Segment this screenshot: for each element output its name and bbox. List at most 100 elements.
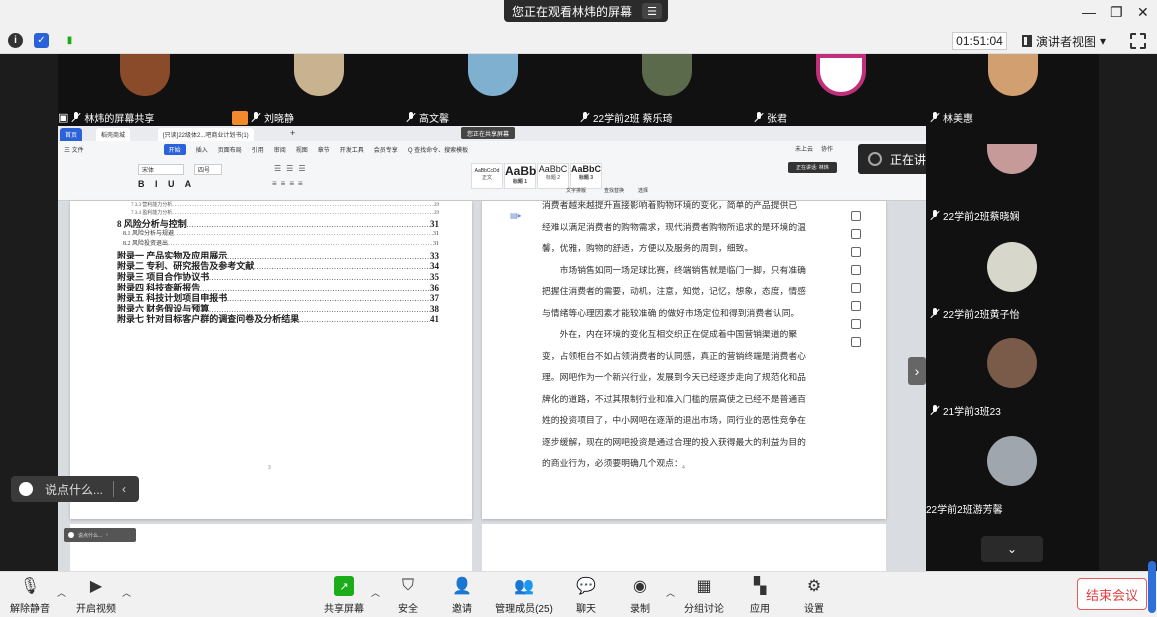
avatar[interactable] xyxy=(987,242,1037,292)
tab-home[interactable]: 首页 xyxy=(60,128,83,141)
toc-row: 附录五 科技计划项目申报书...........................… xyxy=(117,291,439,302)
menu-layout[interactable]: 页面布局 xyxy=(218,145,242,154)
style-heading-2[interactable]: AaBbC 标题 2 xyxy=(537,163,569,189)
font-name-select[interactable]: 宋体 xyxy=(138,164,184,175)
avatar[interactable] xyxy=(987,436,1037,486)
shared-screen[interactable]: 首页 稻壳商城 [只读]22级体2...吧商业计划书(1) + 您正在共享屏幕 … xyxy=(58,126,926,571)
document-page-next-right xyxy=(482,524,886,571)
viewing-banner[interactable]: 您正在观看林炜的屏幕 ☰ xyxy=(504,0,669,22)
toc-leader: ........................................… xyxy=(168,241,433,248)
avatar[interactable] xyxy=(987,144,1037,174)
paragraph-tools[interactable]: ☰☰☰ xyxy=(274,164,311,173)
location-icon[interactable] xyxy=(851,301,861,311)
find-replace-label[interactable]: 查找替换 xyxy=(604,187,624,194)
avatar xyxy=(120,54,170,96)
tool-icon[interactable] xyxy=(851,211,861,221)
share-screen-button[interactable]: ↗ 共享屏幕 xyxy=(314,576,374,615)
style-normal[interactable]: AaBbCcDd 正文 xyxy=(471,163,503,189)
command-search[interactable]: Q 查找命令、搜索模板 xyxy=(408,145,468,154)
view-switch-button[interactable]: 演讲者视图 ▾ xyxy=(1022,32,1106,50)
style-sample: AaBbC xyxy=(538,164,568,174)
chat-placeholder[interactable]: 说点什么... xyxy=(45,481,103,498)
cursor-icon[interactable] xyxy=(851,247,861,257)
book-icon[interactable] xyxy=(851,319,861,329)
scrollbar-handle[interactable] xyxy=(1148,561,1156,613)
help-icon[interactable] xyxy=(851,337,861,347)
apps-button[interactable]: ▚ 应用 xyxy=(730,576,790,615)
menu-file[interactable]: 三 文件 xyxy=(64,145,84,154)
font-size-select[interactable]: 四号 xyxy=(194,164,222,175)
toc-page: 41 xyxy=(430,314,439,323)
end-meeting-button[interactable]: 结束会议 xyxy=(1077,578,1147,610)
style-heading-3[interactable]: AaBbC 标题 3 xyxy=(570,163,602,189)
security-button[interactable]: ⛉ 安全 xyxy=(378,576,438,615)
cloud-status[interactable]: 未上云 xyxy=(795,144,813,153)
menu-view[interactable]: 视图 xyxy=(296,145,308,154)
smile-icon[interactable] xyxy=(19,482,33,496)
fullscreen-icon[interactable] xyxy=(1130,33,1146,49)
collapse-icon[interactable]: ‹ xyxy=(122,482,126,496)
sharing-badge: 您正在共享屏幕 xyxy=(461,127,516,139)
menu-developer[interactable]: 开发工具 xyxy=(340,145,364,154)
toc-row: 附录二 专利、研究报告及参考文献........................… xyxy=(117,259,439,270)
style-heading-1[interactable]: AaBb 标题 1 xyxy=(504,163,536,189)
avatar[interactable] xyxy=(987,338,1037,388)
scroll-down-button[interactable]: ⌄ xyxy=(981,536,1043,562)
info-icon[interactable]: i xyxy=(8,33,23,48)
chevron-up-icon[interactable]: ︿ xyxy=(122,586,131,599)
tab-store[interactable]: 稻壳商城 xyxy=(96,128,131,141)
settings-label: 设置 xyxy=(804,604,824,615)
meeting-info-bar: i ✓ ▮ 01:51:04 演讲者视图 ▾ xyxy=(0,28,1157,54)
text-layout-label[interactable]: 文字排版 xyxy=(566,187,586,194)
chevron-up-icon[interactable]: ︿ xyxy=(57,586,66,599)
format-icon[interactable] xyxy=(851,265,861,275)
toc-leader: ........................................… xyxy=(174,230,433,237)
layout-icon xyxy=(1022,35,1032,47)
record-button[interactable]: ◉ 录制 xyxy=(610,576,670,615)
collab-button[interactable]: 协作 xyxy=(821,144,833,153)
menu-references[interactable]: 引用 xyxy=(252,145,264,154)
user-icon xyxy=(232,110,248,125)
wps-tab-bar: 首页 稻壳商城 [只读]22级体2...吧商业计划书(1) + 您正在共享屏幕 xyxy=(58,126,926,141)
select-label[interactable]: 选择 xyxy=(638,187,648,194)
style-name: 标题 1 xyxy=(512,179,528,185)
participant-tile[interactable]: 林美惠 xyxy=(926,54,1099,126)
participant-tile[interactable]: 刘晓静 xyxy=(232,54,406,126)
chat-input-pill[interactable]: 说点什么... ‹ xyxy=(11,476,139,502)
signal-icon[interactable]: ▮ xyxy=(62,33,77,48)
invite-button[interactable]: 👤 邀请 xyxy=(432,576,492,615)
start-video-button[interactable]: ▶ 开启视频 xyxy=(66,576,126,615)
participant-tile[interactable]: ▣ 林炜的屏幕共享 xyxy=(58,54,232,126)
menu-insert[interactable]: 插入 xyxy=(196,145,208,154)
menu-review[interactable]: 审阅 xyxy=(274,145,286,154)
participant-tile[interactable]: 张君 xyxy=(754,54,928,126)
document-page-left[interactable]: 7.3.3 营利能力分析............................… xyxy=(70,201,472,519)
invite-label: 邀请 xyxy=(452,604,472,615)
pen-icon[interactable] xyxy=(851,229,861,239)
shield-icon[interactable]: ✓ xyxy=(34,33,49,48)
breakout-button[interactable]: ▦ 分组讨论 xyxy=(674,576,734,615)
format-buttons[interactable]: B I U A xyxy=(138,179,195,189)
menu-icon[interactable]: ☰ xyxy=(642,3,663,19)
view-label: 演讲者视图 xyxy=(1036,34,1097,49)
unmute-button[interactable]: 🎙 解除静音 xyxy=(0,576,60,615)
chat-button[interactable]: 💬 聊天 xyxy=(556,576,616,615)
new-tab-button[interactable]: + xyxy=(290,128,295,141)
minimize-button[interactable]: — xyxy=(1082,4,1096,20)
toc-row: 8 风险分析与控制...............................… xyxy=(117,217,439,228)
participant-tile[interactable]: 高文馨 xyxy=(406,54,580,126)
image-icon[interactable] xyxy=(851,283,861,293)
menu-home[interactable]: 开始 xyxy=(163,144,186,155)
manage-members-button[interactable]: 👥 管理成员(25) xyxy=(488,576,560,615)
menu-vip[interactable]: 会员专享 xyxy=(374,145,398,154)
tab-document[interactable]: [只读]22级体2...吧商业计划书(1) xyxy=(158,128,254,141)
chevron-right-icon[interactable]: › xyxy=(908,357,926,385)
align-tools[interactable]: ≡≡≡≡ xyxy=(272,179,307,188)
settings-button[interactable]: ⚙ 设置 xyxy=(784,576,844,615)
document-page-right[interactable]: ▤▸ 消费者越来越提升直接影响着购物环境的变化，简单的产品提供已 经难以满足消费者… xyxy=(482,200,886,519)
participant-tile[interactable]: 22学前2班 蔡乐琦 xyxy=(580,54,754,126)
restore-button[interactable]: ❐ xyxy=(1110,4,1123,21)
close-button[interactable]: ✕ xyxy=(1137,4,1149,21)
chat-icon: 💬 xyxy=(576,578,596,595)
menu-section[interactable]: 章节 xyxy=(318,145,330,154)
